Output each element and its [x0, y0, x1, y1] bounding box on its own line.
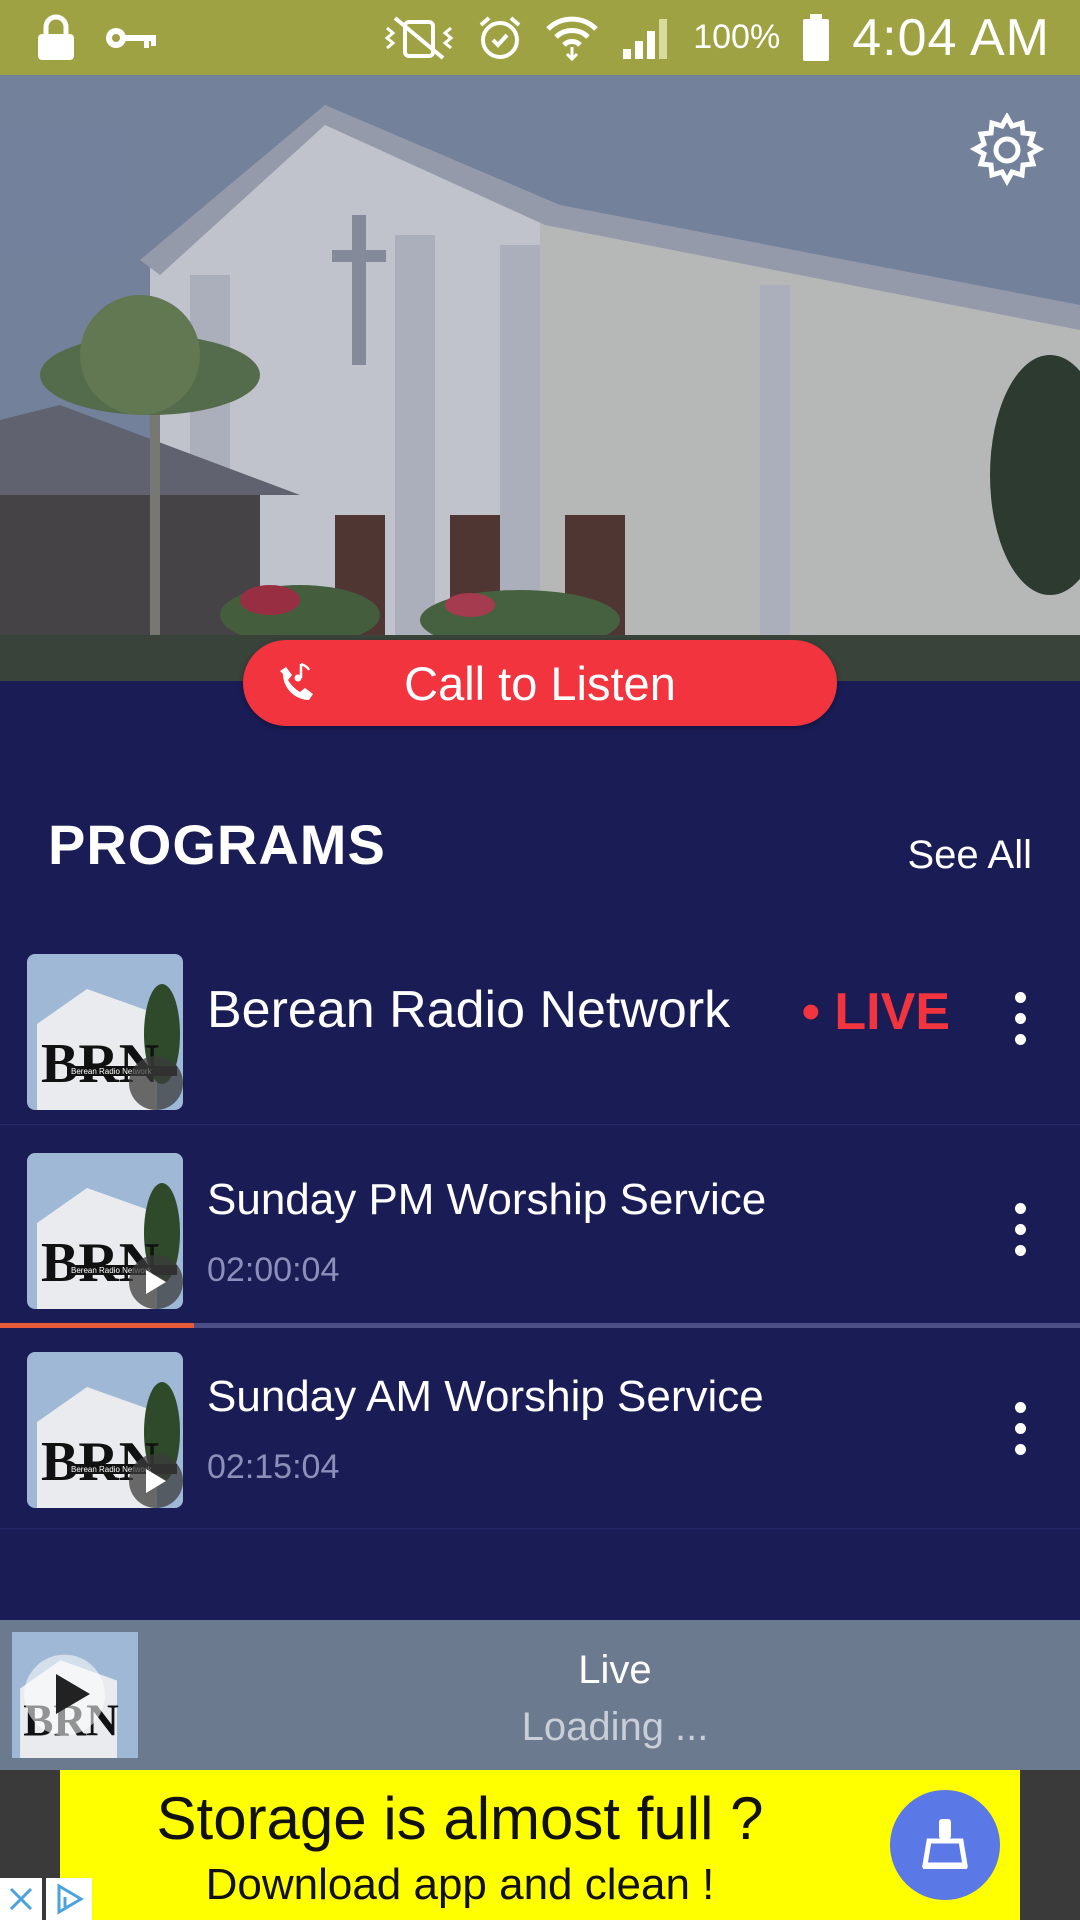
kebab-dot — [1014, 1203, 1026, 1214]
battery-percent: 100% — [693, 18, 781, 56]
kebab-dot — [1014, 1402, 1026, 1413]
program-duration: 02:00:04 — [207, 1251, 340, 1289]
clock: 4:04 AM — [852, 8, 1050, 67]
kebab-dot — [1014, 1444, 1026, 1455]
program-title: Berean Radio Network — [207, 981, 731, 1039]
program-title: Sunday AM Worship Service — [207, 1372, 764, 1421]
vibrate-mute-icon — [384, 15, 454, 60]
program-row-sunday-pm[interactable]: BRN Berean Radio Network Sunday PM Worsh… — [0, 1125, 1080, 1324]
mini-player[interactable]: BRN Live Loading ... — [0, 1620, 1080, 1770]
live-badge: • LIVE — [801, 983, 950, 1041]
ad-banner[interactable]: Storage is almost full ? Download app an… — [60, 1770, 1020, 1920]
call-to-listen-label: Call to Listen — [404, 656, 676, 710]
key-icon — [106, 27, 156, 48]
kebab-dot — [1014, 992, 1026, 1003]
kebab-dot — [1014, 1423, 1026, 1434]
play-icon — [146, 1469, 166, 1493]
kebab-dot — [1014, 1013, 1026, 1024]
program-thumbnail: BRN Berean Radio Network — [27, 1352, 183, 1508]
player-title: Live — [578, 1648, 652, 1692]
broom-icon — [890, 1790, 1000, 1900]
signal-icon — [623, 18, 668, 59]
see-all-link[interactable]: See All — [907, 833, 1032, 878]
play-icon — [146, 1270, 166, 1294]
close-icon — [9, 1887, 33, 1911]
settings-button[interactable] — [969, 111, 1045, 187]
play-badge — [129, 1056, 183, 1110]
program-row-live[interactable]: BRN Berean Radio Network Berean Radio Ne… — [0, 926, 1080, 1125]
church-illustration — [0, 75, 1080, 681]
program-title: Sunday PM Worship Service — [207, 1175, 767, 1224]
battery-icon — [803, 13, 830, 61]
program-duration: 02:15:04 — [207, 1448, 340, 1486]
programs-heading: PROGRAMS — [48, 813, 386, 876]
kebab-dot — [1014, 1034, 1026, 1045]
program-thumbnail: BRN Berean Radio Network — [27, 954, 183, 1110]
gear-icon — [969, 111, 1045, 187]
lock-icon — [38, 14, 74, 60]
more-options-button[interactable] — [1010, 992, 1030, 1052]
alarm-icon — [479, 15, 521, 59]
status-bar: 100% 4:04 AM — [0, 0, 1080, 75]
playback-progress-bar[interactable] — [0, 1323, 1080, 1328]
call-to-listen-button[interactable]: Call to Listen — [243, 640, 837, 726]
more-options-button[interactable] — [1010, 1402, 1030, 1462]
wifi-icon — [546, 16, 598, 61]
play-button[interactable] — [129, 1255, 183, 1309]
adchoices-button[interactable] — [46, 1878, 92, 1920]
player-status: Loading ... — [521, 1705, 709, 1749]
playback-progress-fill — [0, 1323, 195, 1328]
kebab-dot — [1014, 1245, 1026, 1256]
hero-church-image — [0, 75, 1080, 681]
more-options-button[interactable] — [1010, 1203, 1030, 1263]
phone-icon — [280, 662, 313, 700]
play-button[interactable] — [129, 1454, 183, 1508]
kebab-dot — [1014, 1224, 1026, 1235]
ad-subline: Download app and clean ! — [205, 1860, 715, 1909]
program-row-sunday-am[interactable]: BRN Berean Radio Network Sunday AM Worsh… — [0, 1330, 1080, 1529]
adchoices-icon — [57, 1883, 84, 1915]
ad-headline: Storage is almost full ? — [156, 1785, 764, 1852]
ad-close-button[interactable] — [0, 1878, 42, 1920]
program-thumbnail: BRN Berean Radio Network — [27, 1153, 183, 1309]
ad-area: Storage is almost full ? Download app an… — [0, 1770, 1080, 1920]
